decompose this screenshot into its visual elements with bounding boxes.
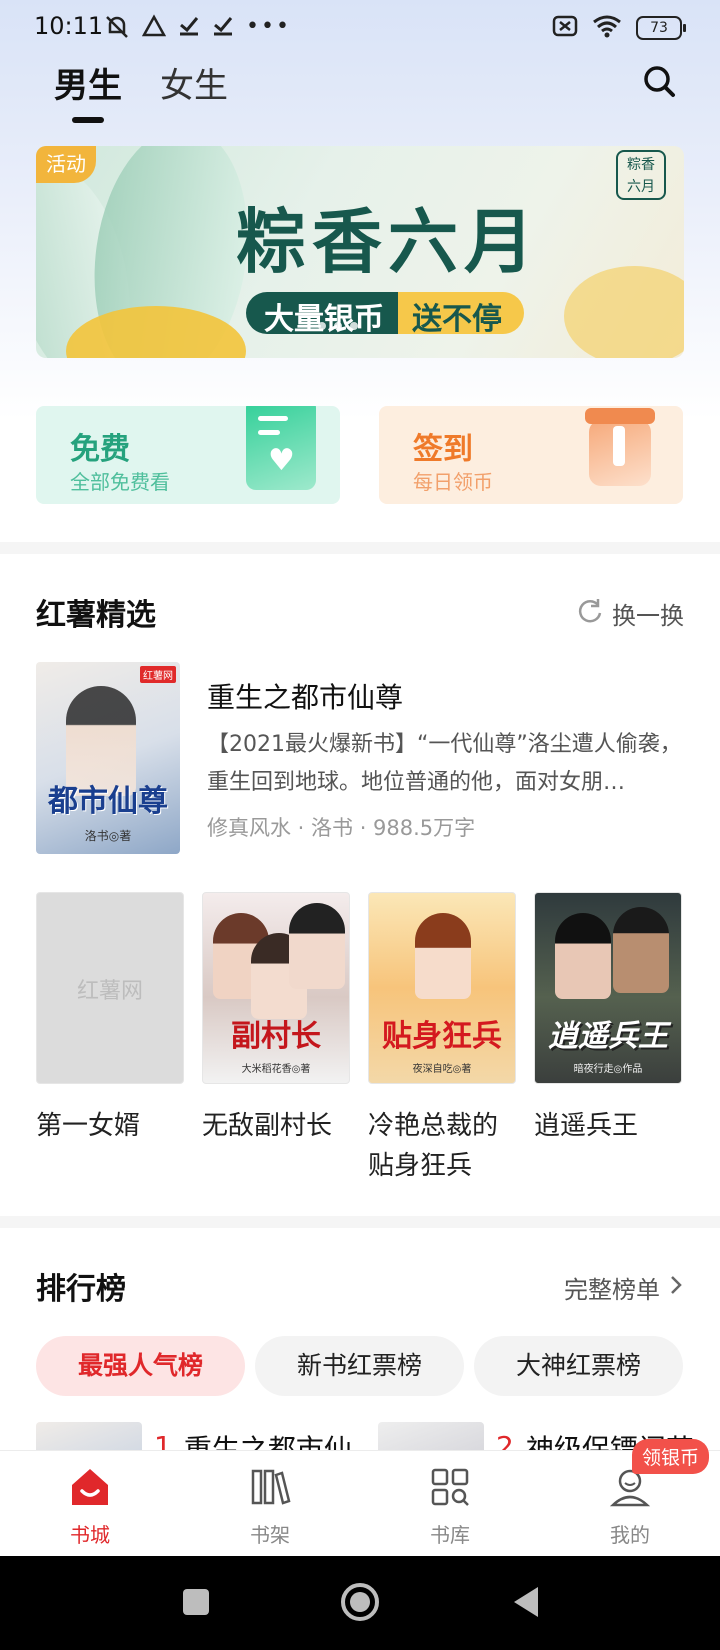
- featured-book-meta: 修真风水 · 洛书 · 988.5万字: [207, 816, 476, 840]
- promo-banner[interactable]: 活动 粽香六月 大量银币 送不停 粽香 六月: [36, 146, 684, 358]
- search-icon[interactable]: [640, 62, 680, 102]
- check-icon: [178, 14, 200, 45]
- cover-author: 洛书◎著: [84, 829, 132, 843]
- banner-decoration: [564, 266, 684, 358]
- book-name: 冷艳总裁的贴身狂兵: [368, 1111, 499, 1181]
- banner-logo-text: 六月: [627, 179, 655, 195]
- status-bar: 10:11 ••• 73: [0, 0, 720, 54]
- book-name: 第一女婿: [36, 1111, 141, 1141]
- nav-item-profile[interactable]: 领银币 我的: [540, 1439, 720, 1556]
- featured-book-description: 【2021最火爆新书】“一代仙尊”洛尘遭人偷袭，重生回到地球。地位普通的他，面对…: [207, 732, 682, 795]
- silver-coin-badge[interactable]: 领银币: [632, 1439, 710, 1474]
- grid-book[interactable]: 红薯网 第一女婿: [36, 892, 184, 1186]
- nav-label: 书架: [250, 1523, 290, 1547]
- sign-in-card[interactable]: 签到 每日领币: [379, 406, 683, 504]
- banner-subtitle-right: 送不停: [398, 292, 524, 334]
- recent-apps-button[interactable]: [176, 1582, 216, 1626]
- tab-male[interactable]: 男生: [54, 58, 122, 123]
- featured-book-title[interactable]: 重生之都市仙尊: [207, 676, 403, 716]
- cover-author: 大米稻花香◎著: [241, 1064, 311, 1075]
- section-divider: [0, 542, 720, 554]
- check-icon: [212, 14, 234, 45]
- full-list-label: 完整榜单: [564, 1276, 660, 1304]
- home-icon: [68, 1465, 112, 1509]
- refresh-label: 换一换: [612, 602, 684, 630]
- sign-in-card-subtitle: 每日领币: [413, 470, 493, 494]
- more-icon: •••: [246, 14, 291, 39]
- free-card-subtitle: 全部免费看: [70, 470, 170, 494]
- gender-tabs: 男生 女生: [54, 58, 228, 123]
- nav-label: 书库: [430, 1523, 470, 1547]
- book-heart-icon: ♥: [246, 406, 316, 490]
- free-card[interactable]: 免费 全部免费看 ♥: [36, 406, 340, 504]
- back-button[interactable]: [506, 1582, 546, 1626]
- banner-pagination: [318, 322, 358, 330]
- tab-popularity[interactable]: 最强人气榜: [36, 1336, 245, 1396]
- tab-female[interactable]: 女生: [160, 58, 228, 119]
- warning-icon: [141, 14, 167, 45]
- cover-title: 逍遥兵王: [548, 1019, 668, 1054]
- system-navigation-bar: [0, 1556, 720, 1650]
- sim-off-icon: [552, 14, 578, 42]
- cover-illustration: [613, 907, 669, 993]
- book-cover: 副村长 大米稻花香◎著: [202, 892, 350, 1084]
- pagination-dot: [318, 322, 326, 330]
- cover-author: 暗夜行走◎作品: [573, 1064, 643, 1075]
- system-status-icons: 73: [552, 14, 686, 42]
- refresh-button[interactable]: 换一换: [576, 596, 684, 631]
- nav-item-library[interactable]: 书库: [360, 1451, 540, 1556]
- nav-item-bookshelf[interactable]: 书架: [180, 1451, 360, 1556]
- gift-icon: [585, 406, 655, 490]
- battery-icon: 73: [636, 16, 686, 40]
- cover-placeholder-logo: 红薯网: [76, 979, 143, 1004]
- library-icon: [428, 1465, 472, 1509]
- ranking-tabs: 最强人气榜 新书红票榜 大神红票榜: [36, 1336, 683, 1396]
- nav-item-bookstore[interactable]: 书城: [0, 1451, 180, 1556]
- tab-new-books[interactable]: 新书红票榜: [255, 1336, 464, 1396]
- cover-title: 都市仙尊: [48, 784, 168, 819]
- pagination-dot: [334, 322, 342, 330]
- full-list-button[interactable]: 完整榜单: [564, 1270, 684, 1305]
- banner-subtitle: 大量银币 送不停: [246, 292, 524, 334]
- tab-top-authors[interactable]: 大神红票榜: [474, 1336, 683, 1396]
- cover-illustration: [555, 913, 611, 999]
- cover-title: 副村长: [231, 1019, 321, 1054]
- pagination-dot: [350, 322, 358, 330]
- nav-label: 我的: [610, 1523, 650, 1547]
- book-name: 无敌副村长: [202, 1111, 333, 1141]
- cover-illustration: [415, 913, 471, 999]
- cover-badge: 红薯网: [140, 666, 176, 683]
- cover-illustration: [289, 903, 345, 989]
- mute-icon: [104, 14, 130, 45]
- banner-title: 粽香六月: [236, 200, 540, 283]
- nav-label: 书城: [70, 1523, 110, 1547]
- banner-logo: 粽香 六月: [616, 150, 666, 200]
- cover-title: 贴身狂兵: [382, 1019, 502, 1054]
- ranking-section-title: 排行榜: [36, 1272, 126, 1307]
- bookshelf-icon: [248, 1465, 292, 1509]
- home-button[interactable]: [340, 1582, 380, 1626]
- bottom-navigation: 书城 书架 书库 领银币 我的: [0, 1439, 720, 1556]
- book-name: 逍遥兵王: [534, 1111, 639, 1141]
- refresh-icon: [576, 597, 604, 631]
- banner-logo-text: 粽香: [627, 157, 655, 173]
- activity-tag: 活动: [36, 146, 96, 183]
- book-cover: 逍遥兵王 暗夜行走◎作品: [534, 892, 682, 1084]
- featured-section-title: 红薯精选: [36, 598, 156, 633]
- notification-icons: •••: [104, 14, 291, 45]
- wifi-icon: [592, 14, 622, 42]
- grid-book[interactable]: 副村长 大米稻花香◎著 无敌副村长: [202, 892, 350, 1186]
- featured-book-cover[interactable]: 红薯网 都市仙尊 洛书◎著: [36, 662, 180, 854]
- free-card-title: 免费: [70, 432, 130, 467]
- grid-book[interactable]: 逍遥兵王 暗夜行走◎作品 逍遥兵王: [534, 892, 682, 1186]
- cover-author: 夜深自吃◎著: [412, 1064, 472, 1075]
- grid-book[interactable]: 贴身狂兵 夜深自吃◎著 冷艳总裁的贴身狂兵: [368, 892, 516, 1186]
- book-cover-placeholder: 红薯网: [36, 892, 184, 1084]
- chevron-right-icon: [668, 1274, 684, 1302]
- book-grid: 红薯网 第一女婿 副村长 大米稻花香◎著 无敌副村长 贴身狂兵 夜深自吃◎著 冷…: [36, 892, 682, 1186]
- status-time: 10:11: [34, 12, 104, 40]
- section-divider: [0, 1216, 720, 1228]
- sign-in-card-title: 签到: [413, 432, 473, 467]
- book-cover: 贴身狂兵 夜深自吃◎著: [368, 892, 516, 1084]
